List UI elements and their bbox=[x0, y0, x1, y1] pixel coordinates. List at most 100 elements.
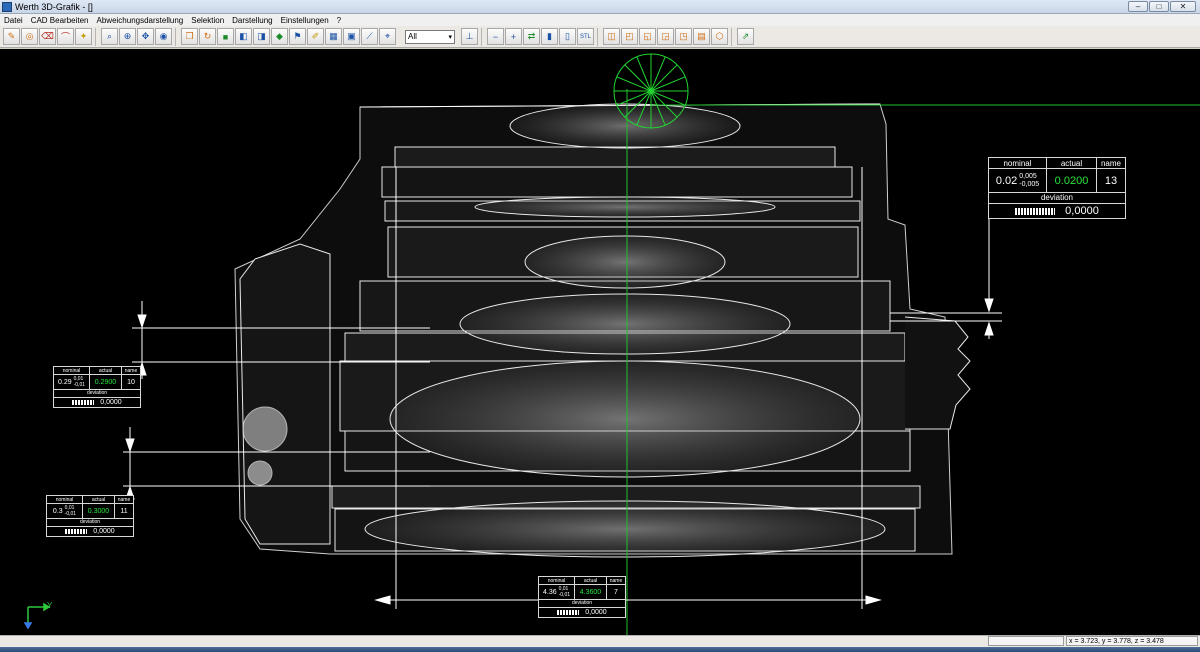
plus-button[interactable]: + bbox=[505, 28, 522, 45]
minimize-button[interactable]: – bbox=[1128, 1, 1148, 12]
tag-button[interactable]: ⌖ bbox=[379, 28, 396, 45]
light-button[interactable]: ✦ bbox=[75, 28, 92, 45]
pin-button[interactable]: ⊥ bbox=[461, 28, 478, 45]
zoom-window-icon: ⌕ bbox=[106, 31, 113, 41]
arc-button[interactable]: ⌒ bbox=[57, 28, 74, 45]
axis-y-label: Y bbox=[47, 601, 53, 610]
menu-cad-bearbeiten[interactable]: CAD Bearbeiten bbox=[31, 16, 89, 25]
cylinder-button[interactable]: ◎ bbox=[21, 28, 38, 45]
stl-icon: STL bbox=[579, 33, 591, 40]
view-bottom-button[interactable]: ◳ bbox=[675, 28, 692, 45]
nominal-value: 0.02 bbox=[995, 174, 1018, 187]
view-left-button[interactable]: ◱ bbox=[639, 28, 656, 45]
measurement-11[interactable]: nominal actual name 0.3 0,01 -0,01 0.300… bbox=[46, 495, 134, 537]
menu-help[interactable]: ? bbox=[337, 16, 341, 25]
status-panel bbox=[988, 636, 1064, 646]
screen-button[interactable]: ▣ bbox=[343, 28, 360, 45]
measurement-7[interactable]: nominal actual name 4.36 0,01 -0,01 4.36… bbox=[538, 576, 626, 618]
close-button[interactable]: ✕ bbox=[1170, 1, 1196, 12]
view-back-button[interactable]: ▤ bbox=[693, 28, 710, 45]
bulge-6 bbox=[364, 500, 886, 558]
measurement-13[interactable]: nominal actual name 0.02 0,005 -0,005 0.… bbox=[988, 157, 1126, 219]
menu-darstellung[interactable]: Darstellung bbox=[232, 16, 272, 25]
view-select-value: All bbox=[408, 32, 417, 41]
deviation-bar bbox=[557, 610, 580, 615]
export-icon: ⇗ bbox=[741, 31, 750, 41]
actual-header: actual bbox=[90, 367, 122, 374]
bulge-4 bbox=[459, 293, 791, 355]
nominal-cell: 0.3 0,01 -0,01 bbox=[47, 504, 83, 518]
export-button[interactable]: ⇗ bbox=[737, 28, 754, 45]
view-right-button[interactable]: ◲ bbox=[657, 28, 674, 45]
eraser-button[interactable]: ⌫ bbox=[39, 28, 56, 45]
pencil-button[interactable]: ✎ bbox=[3, 28, 20, 45]
zoom-window-button[interactable]: ⌕ bbox=[101, 28, 118, 45]
pin-icon: ⊥ bbox=[465, 31, 474, 41]
grid-button[interactable]: ▦ bbox=[325, 28, 342, 45]
menu-abweichungsdarstellung[interactable]: Abweichungsdarstellung bbox=[97, 16, 184, 25]
stl-button[interactable]: STL bbox=[577, 28, 594, 45]
coordinate-readout: x = 3.723, y = 3.778, z = 3.478 bbox=[1066, 636, 1198, 646]
flag-button[interactable]: ⚑ bbox=[289, 28, 306, 45]
right-hub bbox=[904, 316, 971, 430]
deviation-value: 0,0000 bbox=[100, 399, 122, 406]
tol-upper: 0,005 bbox=[1019, 172, 1037, 180]
color-cube-icon: ■ bbox=[222, 31, 229, 42]
sphere-large bbox=[242, 406, 288, 452]
menu-einstellungen[interactable]: Einstellungen bbox=[281, 16, 329, 25]
diamond-icon: ◆ bbox=[276, 31, 283, 41]
nominal-value: 0.3 bbox=[52, 507, 63, 515]
maximize-button[interactable]: □ bbox=[1149, 1, 1169, 12]
view-front-icon: ◫ bbox=[607, 31, 616, 41]
nominal-value: 0.29 bbox=[57, 378, 72, 386]
nominal-header: nominal bbox=[54, 367, 90, 374]
brush-icon: ✐ bbox=[311, 31, 320, 41]
zoom-button[interactable]: ⊕ bbox=[119, 28, 136, 45]
diamond-button[interactable]: ◆ bbox=[271, 28, 288, 45]
section-button[interactable]: ◧ bbox=[235, 28, 252, 45]
eye-button[interactable]: ◉ bbox=[155, 28, 172, 45]
deviation-header: deviation bbox=[989, 193, 1125, 204]
view-bottom-icon: ◳ bbox=[679, 31, 688, 41]
minus-button[interactable]: − bbox=[487, 28, 504, 45]
view-top-icon: ◰ bbox=[625, 31, 634, 41]
stack-button[interactable]: ▮ bbox=[541, 28, 558, 45]
plus-icon: + bbox=[510, 31, 517, 42]
actual-value: 0.0200 bbox=[1047, 169, 1097, 192]
view-iso-button[interactable]: ⬡ bbox=[711, 28, 728, 45]
layer-icon: ▯ bbox=[565, 31, 570, 41]
view-left-icon: ◱ bbox=[643, 31, 652, 41]
deviation-value: 0,0000 bbox=[1065, 205, 1099, 217]
rotate-icon: ↻ bbox=[203, 31, 212, 41]
view-top-button[interactable]: ◰ bbox=[621, 28, 638, 45]
actual-header: actual bbox=[83, 496, 115, 503]
measurement-10[interactable]: nominal actual name 0.29 0,01 -0,01 0.29… bbox=[53, 366, 141, 408]
cube-view-icon: ❒ bbox=[185, 31, 194, 41]
deviation-bar bbox=[65, 529, 88, 534]
layer-button[interactable]: ▯ bbox=[559, 28, 576, 45]
light-icon: ✦ bbox=[79, 31, 88, 41]
nominal-cell: 0.29 0,01 -0,01 bbox=[54, 375, 90, 389]
name-value: 13 bbox=[1104, 174, 1118, 187]
arrow-swap-button[interactable]: ⇄ bbox=[523, 28, 540, 45]
color-cube-button[interactable]: ■ bbox=[217, 28, 234, 45]
menu-datei[interactable]: Datei bbox=[4, 16, 23, 25]
brush-button[interactable]: ✐ bbox=[307, 28, 324, 45]
view-front-button[interactable]: ◫ bbox=[603, 28, 620, 45]
arrow-swap-icon: ⇄ bbox=[527, 31, 536, 41]
3d-viewport[interactable]: nominal actual name 0.02 0,005 -0,005 0.… bbox=[0, 49, 1200, 635]
menu-selektion[interactable]: Selektion bbox=[191, 16, 224, 25]
nominal-header: nominal bbox=[47, 496, 83, 503]
name-value: 10 bbox=[127, 378, 135, 386]
view-select[interactable]: All ▾ bbox=[405, 29, 455, 44]
cube-view-button[interactable]: ❒ bbox=[181, 28, 198, 45]
grid-icon: ▦ bbox=[329, 31, 338, 41]
pan-button[interactable]: ✥ bbox=[137, 28, 154, 45]
rotate-button[interactable]: ↻ bbox=[199, 28, 216, 45]
ruler-button[interactable]: ⟋ bbox=[361, 28, 378, 45]
nominal-header: nominal bbox=[539, 577, 575, 584]
origin-spoke bbox=[624, 64, 652, 92]
view-iso-icon: ⬡ bbox=[715, 31, 724, 41]
chevron-down-icon: ▾ bbox=[448, 33, 452, 41]
split-cube-button[interactable]: ◨ bbox=[253, 28, 270, 45]
